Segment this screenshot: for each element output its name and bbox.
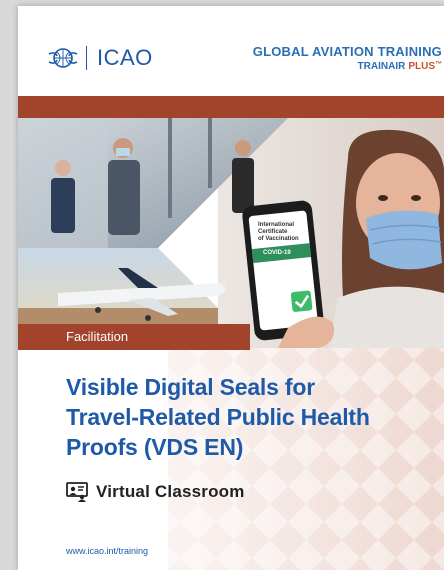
header-band: [18, 96, 444, 118]
virtual-classroom-icon: [66, 482, 88, 502]
course-title-line3: Proofs (VDS EN): [66, 434, 244, 460]
icao-logo: ICAO: [48, 40, 153, 76]
program-trainair: TRAINAIR: [357, 61, 406, 72]
phone-line4: COVID-19: [263, 250, 291, 256]
logo-text: ICAO: [97, 45, 153, 70]
collage-image: International Certificate of Vaccination…: [18, 118, 444, 348]
course-title-line2: Travel-Related Public Health: [66, 404, 370, 430]
course-brochure: ICAO GLOBAL AVIATION TRAINING TRAINAIR PL…: [18, 6, 444, 570]
program-trademark: ™: [435, 61, 442, 68]
phone-line2: Certificate: [258, 229, 288, 235]
course-title-line1: Visible Digital Seals for: [66, 374, 315, 400]
icao-emblem-icon: [48, 48, 78, 68]
program-subtitle: TRAINAIR PLUS™: [253, 61, 442, 72]
program-plus: PLUS: [408, 61, 435, 72]
course-title: Visible Digital Seals for Travel-Related…: [66, 372, 436, 462]
check-icon: [290, 290, 313, 312]
category-tag: Facilitation: [18, 324, 250, 350]
logo-divider: [86, 46, 87, 70]
delivery-label: Virtual Classroom: [96, 482, 245, 501]
program-title: GLOBAL AVIATION TRAINING: [252, 44, 442, 59]
delivery-mode: Virtual Classroom: [66, 482, 245, 502]
website-url[interactable]: www.icao.int/training: [66, 546, 148, 556]
phone-line3: of Vaccination: [258, 236, 299, 242]
cover-collage: International Certificate of Vaccination…: [18, 118, 444, 348]
phone-line1: International: [258, 222, 294, 228]
program-brand: GLOBAL AVIATION TRAINING TRAINAIR PLUS™: [253, 44, 442, 72]
